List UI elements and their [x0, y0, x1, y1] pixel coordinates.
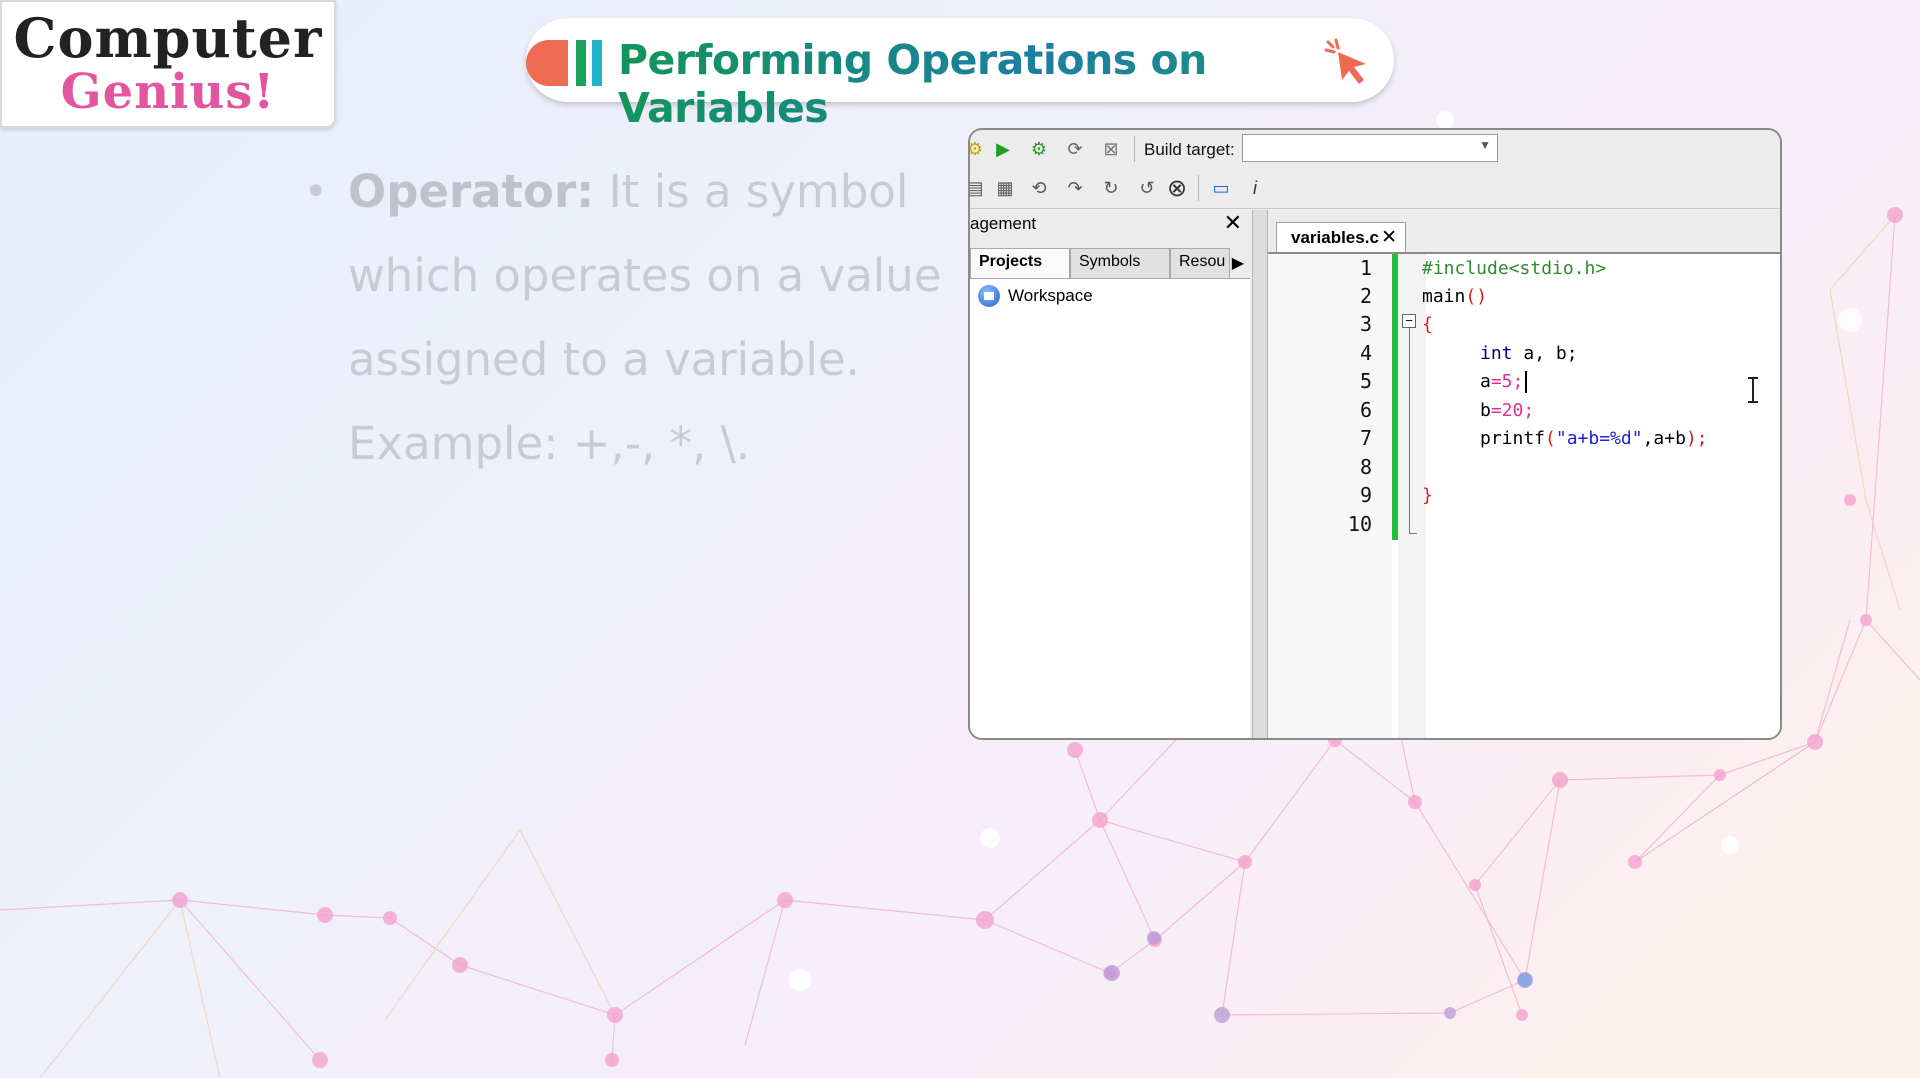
close-icon[interactable]: ✕ [1224, 210, 1242, 236]
workspace-home-icon [978, 285, 1000, 307]
text-cursor-ibeam-icon [1748, 377, 1758, 403]
close-icon[interactable]: ✕ [1381, 226, 1397, 249]
code-main-name: main [1422, 286, 1466, 307]
build-gear-icon[interactable]: ⚙ [970, 138, 986, 160]
code-line-close-brace: } [1422, 485, 1433, 506]
line-number: 10 [1347, 512, 1372, 536]
info-icon[interactable]: i [1244, 177, 1266, 199]
debug-toolbar: ▤ ▦ ⟲ ↷ ↻ ↺ ⊗ ▭ i [970, 168, 1780, 209]
ide-window: ⚙ ▶ ⚙ ⟳ ⊠ Build target: ▼ ▤ ▦ ⟲ ↷ ↻ ↺ ⊗ … [968, 128, 1782, 740]
text-caret [1525, 371, 1528, 393]
code-line-main: main() [1422, 286, 1487, 307]
bullet-term: Operator: [348, 165, 595, 218]
bullet-dot-icon: • [304, 169, 328, 215]
management-title: agement [970, 214, 1037, 233]
tabs-scroll-right-icon[interactable]: ▶ [1232, 253, 1244, 273]
panel-splitter[interactable] [1253, 210, 1268, 738]
code-line-assign-a: a=5; [1480, 371, 1528, 393]
abort-icon[interactable]: ⊠ [1100, 138, 1122, 160]
code-printf-format: "a+b=%d" [1555, 428, 1643, 449]
click-cursor-icon [1324, 38, 1366, 84]
run-to-cursor-icon[interactable]: ⟲ [1028, 177, 1050, 199]
fold-collapse-icon[interactable]: − [1402, 314, 1416, 328]
step-out-icon[interactable]: ↺ [1136, 177, 1158, 199]
workspace-label: Workspace [1008, 286, 1093, 305]
logo-line-computer: Computer [13, 6, 323, 70]
operator-definition-bullet: • Operator: It is a symbol which operate… [304, 150, 1028, 486]
toolbar-separator [1198, 175, 1199, 201]
line-number: 3 [1359, 312, 1372, 336]
title-accent-bar-green [576, 40, 586, 86]
code-printf-open: ( [1545, 428, 1556, 449]
management-panel: agement ✕ Projects Symbols Resou ▶ Works… [970, 210, 1253, 738]
code-assign-b-value: =20; [1490, 400, 1535, 421]
code-editor: variables.c ✕ − 1 2 3 4 5 6 7 8 9 10 #in… [1268, 210, 1780, 738]
rebuild-icon[interactable]: ⟳ [1064, 138, 1086, 160]
line-number: 9 [1359, 483, 1372, 507]
title-accent-bar-teal [592, 40, 602, 86]
file-tab-label: variables.c [1291, 228, 1379, 247]
debug-file-icon[interactable]: ▤ [970, 177, 986, 199]
title-accent-block [526, 40, 568, 86]
computer-genius-logo: Computer Genius! [0, 0, 336, 128]
code-text-area[interactable]: − 1 2 3 4 5 6 7 8 9 10 #include<stdio.h>… [1268, 252, 1780, 738]
lesson-title-banner: Performing Operations on Variables [526, 18, 1394, 132]
code-main-parens: () [1465, 286, 1488, 307]
management-tabs: Projects Symbols Resou ▶ [970, 248, 1252, 278]
chevron-down-icon: ▼ [1479, 138, 1491, 152]
tab-symbols[interactable]: Symbols [1070, 248, 1170, 278]
code-printf-close: ); [1685, 428, 1708, 449]
code-line-open-brace: { [1422, 314, 1433, 335]
code-assign-a-value: =5; [1490, 371, 1524, 392]
step-into-icon[interactable]: ↻ [1100, 177, 1122, 199]
logo-line-genius: Genius! [60, 64, 276, 120]
line-number: 6 [1359, 398, 1372, 422]
tree-item-workspace[interactable]: Workspace [978, 285, 1093, 307]
tab-projects[interactable]: Projects [970, 248, 1070, 278]
build-and-run-icon[interactable]: ⚙ [1028, 138, 1050, 160]
line-number: 2 [1359, 284, 1372, 308]
project-tree: Workspace [970, 278, 1250, 738]
line-number: 8 [1359, 455, 1372, 479]
code-line-printf: printf("a+b=%d",a+b); [1480, 428, 1708, 449]
toolbar-separator [1134, 136, 1135, 162]
run-icon[interactable]: ▶ [992, 138, 1014, 160]
debug-start-icon[interactable]: ▦ [994, 177, 1016, 199]
line-number: 1 [1359, 256, 1372, 280]
stop-debugger-icon[interactable]: ⊗ [1166, 175, 1188, 202]
build-target-label: Build target: [1144, 140, 1235, 159]
debug-windows-icon[interactable]: ▭ [1210, 177, 1232, 199]
line-number: 7 [1359, 426, 1372, 450]
code-line-assign-b: b=20; [1480, 400, 1535, 421]
line-number: 4 [1359, 341, 1372, 365]
next-line-icon[interactable]: ↷ [1064, 177, 1086, 199]
code-line-declaration: int a, b; [1480, 343, 1578, 364]
fold-end-marker [1409, 533, 1417, 534]
page-title: Performing Operations on Variables [618, 36, 1394, 132]
management-header: agement ✕ [970, 210, 1252, 238]
line-number: 5 [1359, 369, 1372, 393]
fold-line [1409, 328, 1410, 534]
build-toolbar: ⚙ ▶ ⚙ ⟳ ⊠ Build target: ▼ [970, 130, 1780, 168]
tab-resources[interactable]: Resou [1170, 248, 1230, 278]
tab-variables-c[interactable]: variables.c ✕ [1276, 222, 1406, 252]
code-line-include: #include<stdio.h> [1422, 258, 1607, 279]
code-keyword-int: int [1480, 343, 1513, 364]
build-target-select[interactable]: ▼ [1242, 134, 1498, 162]
